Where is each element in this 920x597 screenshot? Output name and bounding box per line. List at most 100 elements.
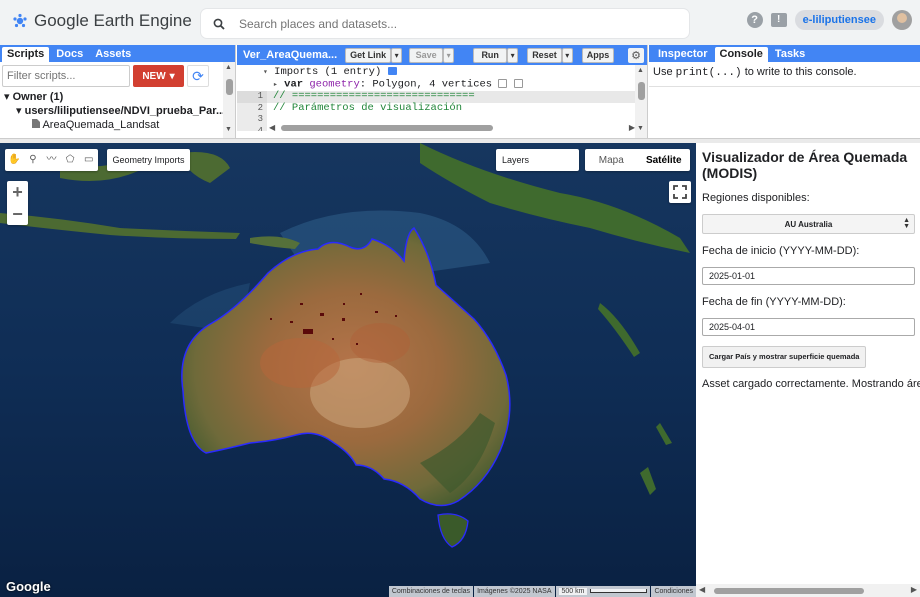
keyboard-shortcuts-link[interactable]: Combinaciones de teclas <box>388 586 474 597</box>
scrollbar-thumb[interactable] <box>714 588 864 594</box>
chevron-down-icon[interactable]: ▾ <box>443 47 455 63</box>
scroll-left-icon[interactable]: ◀ <box>269 123 275 132</box>
tree-item-repo[interactable]: ▾ users/liliputiensee/NDVI_prueba_Par... <box>4 104 235 118</box>
expand-icon[interactable]: ▾ <box>4 91 10 103</box>
refresh-icon[interactable]: ⟳ <box>187 65 209 87</box>
scrollbar-thumb[interactable] <box>281 125 493 131</box>
end-date-input[interactable] <box>702 318 915 336</box>
zoom-in-button[interactable]: + <box>7 181 28 203</box>
imagery-credit: Imágenes ©2025 NASA <box>474 586 555 597</box>
terms-link[interactable]: Condiciones <box>651 586 696 597</box>
filter-scripts-input[interactable] <box>2 65 130 87</box>
hand-icon[interactable]: ✋ <box>8 154 20 166</box>
file-tab[interactable]: Ver_AreaQuema... <box>240 48 341 62</box>
scrollbar-thumb[interactable] <box>638 82 645 100</box>
region-select[interactable]: AU Australia ▲ ▼ <box>702 214 915 234</box>
code-line[interactable]: 2 // Parámetros de visualización <box>237 102 647 115</box>
map-attribution: Combinaciones de teclas Imágenes ©2025 N… <box>388 586 696 597</box>
chevron-down-icon[interactable]: ▾ <box>391 47 403 63</box>
tab-inspector[interactable]: Inspector <box>653 47 713 62</box>
import-delete-icon[interactable] <box>513 78 523 88</box>
import-entry[interactable]: ▸ var geometry: Polygon, 4 vertices <box>237 77 647 91</box>
scroll-up-icon[interactable]: ▲ <box>637 67 644 74</box>
start-date-label: Fecha de inicio (YYYY-MM-DD): <box>702 245 860 257</box>
search-input[interactable] <box>239 16 659 31</box>
select-arrows-icon: ▲ ▼ <box>903 217 910 230</box>
search-icon <box>213 18 225 30</box>
earth-engine-logo-icon <box>13 13 27 28</box>
run-button[interactable]: Run <box>473 47 508 63</box>
tab-docs[interactable]: Docs <box>51 47 88 62</box>
app-logo[interactable]: Google Earth Engine <box>12 11 192 31</box>
chevron-down-icon: ▾ <box>263 68 268 77</box>
expand-icon[interactable]: ▾ <box>16 105 22 117</box>
console-output: Use print(...) to write to this console. <box>649 62 920 87</box>
get-link-button[interactable]: Get Link <box>345 47 392 63</box>
status-message: Asset cargado correctamente. Mostrando á… <box>702 378 920 390</box>
scroll-up-icon[interactable]: ▲ <box>225 64 232 71</box>
import-keyword: var <box>284 77 304 90</box>
line-tool-icon[interactable]: 〰 <box>45 154 57 166</box>
new-script-button[interactable]: NEW ▾ <box>133 65 184 87</box>
save-button[interactable]: Save <box>409 47 444 63</box>
line-number: 1 <box>237 91 267 103</box>
tree-item-label: Owner (1) <box>12 91 64 103</box>
import-edit-icon[interactable] <box>498 78 508 88</box>
line-number: 3 <box>237 114 267 126</box>
apps-button[interactable]: Apps <box>581 47 615 63</box>
scroll-right-icon[interactable]: ▶ <box>911 585 917 594</box>
tab-scripts[interactable]: Scripts <box>2 47 50 62</box>
side-panel-hscrollbar[interactable]: ◀ ▶ <box>696 584 920 597</box>
console-hint-code: print(...) <box>675 67 742 79</box>
imports-toggle-icon[interactable] <box>387 67 397 76</box>
layers-button[interactable]: Layers <box>496 149 579 171</box>
map-view[interactable]: ✋ ⚲ 〰 ⬠ ▭ Geometry Imports Layers Mapa S… <box>0 143 696 597</box>
imports-header[interactable]: ▾ Imports (1 entry) <box>237 66 647 79</box>
tree-item-owner[interactable]: ▾ Owner (1) <box>4 90 235 104</box>
scroll-down-icon[interactable]: ▼ <box>225 126 232 133</box>
polygon-tool-icon[interactable]: ⬠ <box>64 154 76 166</box>
tab-tasks[interactable]: Tasks <box>770 47 810 62</box>
scripts-scrollbar[interactable]: ▲ ▼ <box>223 62 235 138</box>
scroll-left-icon[interactable]: ◀ <box>699 585 705 594</box>
tab-assets[interactable]: Assets <box>90 47 136 62</box>
zoom-out-button[interactable]: − <box>7 203 28 225</box>
rectangle-tool-icon[interactable]: ▭ <box>83 154 95 166</box>
scrollbar-thumb[interactable] <box>226 79 233 95</box>
scroll-down-icon[interactable]: ▼ <box>637 125 644 132</box>
console-hint-pre: Use <box>653 66 676 78</box>
filter-row: NEW ▾ ⟳ <box>0 62 235 90</box>
top-bar: Google Earth Engine ? ! e-liliputiensee <box>0 0 920 45</box>
map-type-satellite[interactable]: Satélite <box>638 149 691 171</box>
load-country-button[interactable]: Cargar País y mostrar superficie quemada <box>702 346 867 368</box>
code-area[interactable]: ▾ Imports (1 entry) ▸ var geometry: Poly… <box>237 65 647 131</box>
scale-indicator[interactable]: 500 km <box>555 586 651 597</box>
feedback-icon[interactable]: ! <box>770 13 787 27</box>
tree-item-script[interactable]: AreaQuemada_Landsat <box>4 118 235 132</box>
console-hint-post: to write to this console. <box>741 66 857 78</box>
console-panel: Inspector Console Tasks Use print(...) t… <box>649 45 920 138</box>
console-tabs: Inspector Console Tasks <box>649 45 920 62</box>
gear-icon[interactable]: ⚙ <box>628 47 644 63</box>
geometry-imports-button[interactable]: Geometry Imports <box>107 149 190 171</box>
code-hscrollbar[interactable]: ◀ ▶ <box>267 123 639 132</box>
start-date-input[interactable] <box>702 267 915 285</box>
user-account-chip[interactable]: e-liliputiensee <box>794 10 884 30</box>
point-marker-icon[interactable]: ⚲ <box>27 154 39 166</box>
code-vscrollbar[interactable]: ▲ ▼ <box>635 65 647 138</box>
regions-label: Regiones disponibles: <box>702 192 810 204</box>
script-tree: ▾ Owner (1) ▾ users/liliputiensee/NDVI_p… <box>0 90 235 132</box>
search-bar[interactable] <box>201 9 689 38</box>
map-type-map[interactable]: Mapa <box>585 149 638 171</box>
fullscreen-button[interactable] <box>669 181 691 203</box>
imports-title: Imports (1 entry) <box>274 66 382 78</box>
panel-title: Visualizador de Área Quemada (MODIS) <box>702 149 908 181</box>
tab-console[interactable]: Console <box>714 47 768 62</box>
avatar[interactable] <box>892 10 912 30</box>
reset-button[interactable]: Reset <box>527 47 562 63</box>
help-icon[interactable]: ? <box>746 12 763 28</box>
app-side-panel: Visualizador de Área Quemada (MODIS) Reg… <box>696 143 920 597</box>
chevron-down-icon[interactable]: ▾ <box>507 47 519 63</box>
tree-item-label: users/liliputiensee/NDVI_prueba_Par... <box>24 105 226 117</box>
chevron-down-icon[interactable]: ▾ <box>561 47 573 63</box>
